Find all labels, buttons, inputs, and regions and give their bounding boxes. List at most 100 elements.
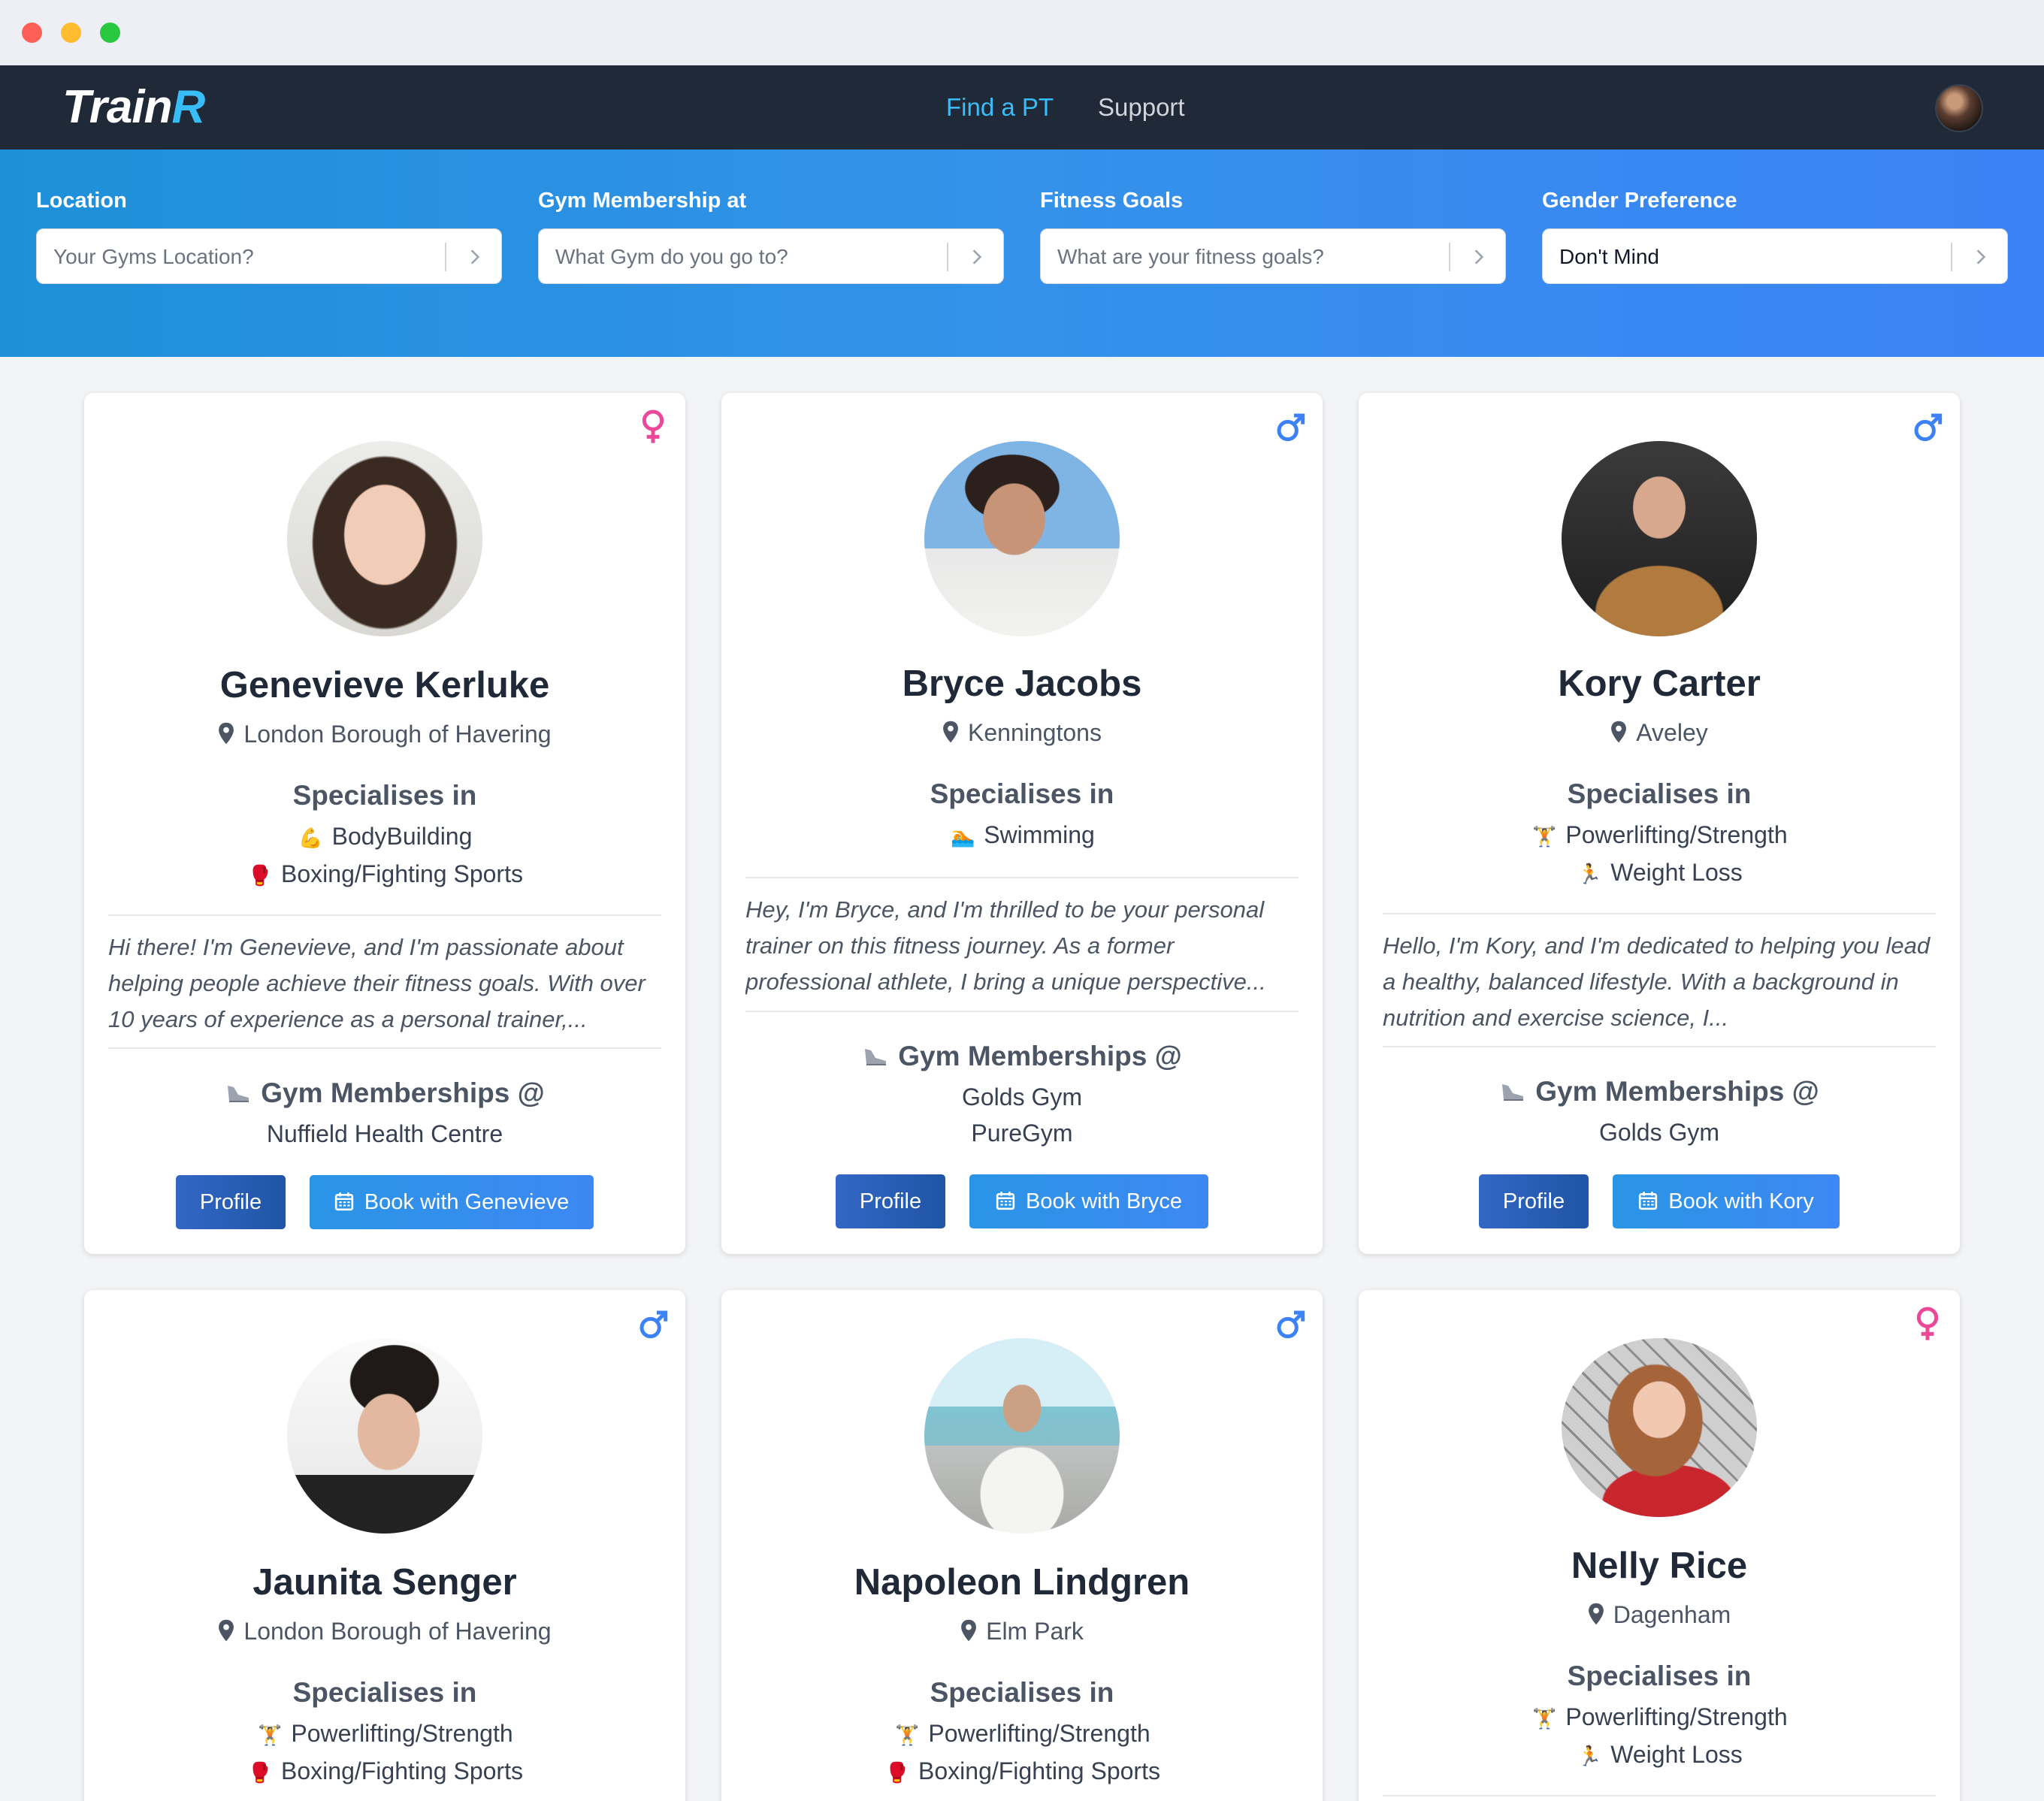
speciality-emoji: 🏋: [1532, 825, 1557, 848]
speciality-item: 🥊 Boxing/Fighting Sports: [884, 1753, 1160, 1790]
trainer-bio: Hey, I'm Bryce, and I'm thrilled to be y…: [745, 896, 1266, 995]
map-pin-icon: [219, 1619, 234, 1642]
user-avatar[interactable]: [1935, 84, 1983, 132]
trainer-card: Jaunita Senger London Borough of Haverin…: [84, 1290, 685, 1801]
filter-value: Don't Mind: [1559, 245, 1659, 268]
gym-memberships-heading: Gym Memberships @: [1359, 1075, 1960, 1108]
filter-placeholder: What Gym do you go to?: [555, 245, 788, 268]
gym-heading-text: Gym Memberships @: [1535, 1076, 1819, 1107]
profile-button[interactable]: Profile: [176, 1175, 286, 1229]
male-icon: [1277, 413, 1305, 442]
location-text: Dagenham: [1613, 1601, 1731, 1628]
filter-placeholder: Your Gyms Location?: [53, 245, 254, 268]
map-pin-icon: [943, 721, 958, 743]
book-button[interactable]: Book with Bryce: [969, 1174, 1208, 1228]
speciality-label: Powerlifting/Strength: [291, 1720, 513, 1747]
minimize-window-button[interactable]: [61, 23, 81, 43]
gym-heading-text: Gym Memberships @: [261, 1077, 545, 1108]
gym-list: Golds Gym PureGym: [721, 1079, 1323, 1151]
trainer-photo: [924, 441, 1120, 636]
chevron-right-icon: [470, 249, 480, 264]
goals-select[interactable]: What are your fitness goals?: [1040, 228, 1506, 284]
nav-support[interactable]: Support: [1098, 92, 1185, 123]
logo-main: Train: [62, 81, 172, 133]
maximize-window-button[interactable]: [100, 23, 120, 43]
speciality-list: 🏊 Swimming: [721, 817, 1323, 854]
trainer-photo: [1562, 441, 1757, 636]
gym-list: Golds Gym: [1359, 1114, 1960, 1150]
running-shoe-icon: [1502, 1084, 1524, 1101]
location-text: London Borough of Havering: [243, 1618, 552, 1645]
trainer-name: Kory Carter: [1558, 663, 1761, 704]
filter-gender: Gender Preference Don't Mind: [1542, 187, 2008, 284]
speciality-item: 🏃 Weight Loss: [1576, 1736, 1743, 1774]
speciality-item: 🏋 Powerlifting/Strength: [1531, 817, 1787, 854]
chevron-right-icon: [1976, 249, 1986, 264]
gym-select[interactable]: What Gym do you go to?: [538, 228, 1004, 284]
trainer-bio: Hi there! I'm Genevieve, and I'm passion…: [108, 934, 646, 1032]
speciality-label: Powerlifting/Strength: [1565, 821, 1788, 848]
trainer-location: London Borough of Havering: [84, 1616, 685, 1646]
nav-find-pt[interactable]: Find a PT: [946, 92, 1054, 123]
speciality-label: Boxing/Fighting Sports: [281, 1757, 523, 1784]
gender-select[interactable]: Don't Mind: [1542, 228, 2008, 284]
trainer-name: Bryce Jacobs: [902, 663, 1142, 704]
gym-item: Golds Gym: [1598, 1119, 1720, 1146]
trainer-location: Elm Park: [721, 1616, 1323, 1646]
trainer-name: Nelly Rice: [1571, 1546, 1748, 1586]
trainer-photo: [287, 441, 482, 636]
book-button[interactable]: Book with Kory: [1613, 1174, 1840, 1228]
close-window-button[interactable]: [22, 23, 42, 43]
speciality-label: Powerlifting/Strength: [928, 1720, 1151, 1747]
speciality-emoji: 🏋: [895, 1724, 920, 1746]
location-text: Elm Park: [986, 1618, 1084, 1645]
trainer-photo: [924, 1338, 1120, 1534]
chevron-right-icon: [972, 249, 982, 264]
speciality-label: Boxing/Fighting Sports: [281, 860, 523, 887]
female-icon: [642, 409, 664, 443]
filter-label: Fitness Goals: [1040, 189, 1184, 213]
trainer-location: Dagenham: [1359, 1600, 1960, 1630]
profile-button[interactable]: Profile: [836, 1174, 945, 1228]
location-text: London Borough of Havering: [243, 721, 552, 748]
gym-memberships-heading: Gym Memberships @: [721, 1040, 1323, 1073]
speciality-label: Boxing/Fighting Sports: [918, 1757, 1160, 1784]
specialises-heading: Specialises in: [1567, 1660, 1752, 1691]
calendar-icon: [996, 1192, 1015, 1210]
specialises-heading: Specialises in: [930, 778, 1114, 809]
speciality-emoji: 🏃: [1577, 863, 1602, 885]
divider: [108, 914, 661, 916]
trainer-name: Napoleon Lindgren: [854, 1562, 1190, 1603]
speciality-item: 🏋 Powerlifting/Strength: [893, 1715, 1150, 1753]
trainer-photo: [287, 1338, 482, 1534]
logo[interactable]: TrainR: [62, 81, 205, 133]
running-shoe-icon: [228, 1086, 249, 1102]
speciality-emoji: 🥊: [247, 864, 273, 887]
divider: [745, 877, 1299, 878]
filter-label: Location: [36, 189, 127, 213]
trainer-card: Bryce Jacobs Kenningtons Specialises in …: [721, 393, 1323, 1254]
location-select[interactable]: Your Gyms Location?: [36, 228, 502, 284]
divider: [1383, 913, 1936, 914]
chevron-right-icon: [1474, 249, 1484, 264]
running-shoe-icon: [865, 1049, 887, 1065]
filter-label: Gender Preference: [1542, 189, 1737, 213]
speciality-emoji: 🏋: [258, 1724, 283, 1746]
filter-goals: Fitness Goals What are your fitness goal…: [1040, 187, 1506, 284]
trainer-location: Kenningtons: [721, 718, 1323, 748]
profile-button[interactable]: Profile: [1479, 1174, 1589, 1228]
filter-banner: Location Your Gyms Location? Gym Members…: [0, 150, 2044, 357]
speciality-emoji: 🏃: [1577, 1745, 1602, 1767]
calendar-icon: [1639, 1192, 1658, 1210]
book-button[interactable]: Book with Genevieve: [310, 1175, 594, 1229]
filter-location: Location Your Gyms Location?: [36, 187, 502, 284]
trainer-card: Nelly Rice Dagenham Specialises in 🏋 Powe…: [1359, 1290, 1960, 1801]
speciality-label: Swimming: [984, 821, 1095, 848]
separator: [1449, 243, 1450, 271]
speciality-item: 🏋 Powerlifting/Strength: [256, 1715, 513, 1753]
speciality-item: 🥊 Boxing/Fighting Sports: [246, 1753, 523, 1790]
trainer-name: Genevieve Kerluke: [219, 665, 550, 706]
gym-heading-text: Gym Memberships @: [898, 1041, 1182, 1071]
location-text: Kenningtons: [968, 719, 1102, 746]
map-pin-icon: [961, 1619, 976, 1642]
